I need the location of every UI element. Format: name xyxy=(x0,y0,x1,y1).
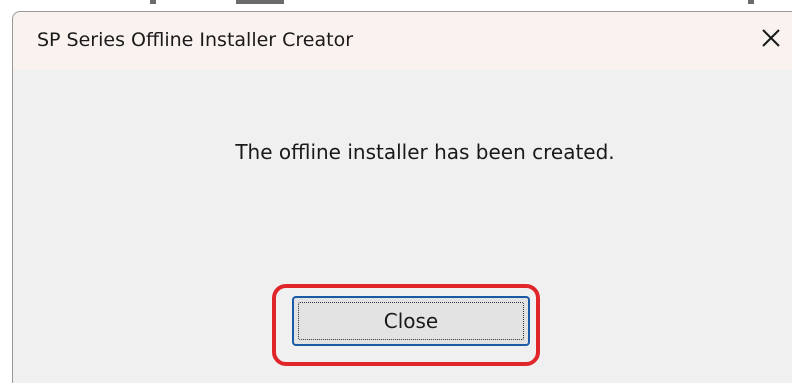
background-window-edge xyxy=(150,0,156,4)
background-window-edge xyxy=(748,0,754,4)
dialog-title: SP Series Offline Installer Creator xyxy=(37,29,354,51)
background-window-edge xyxy=(236,0,284,4)
close-button-label: Close xyxy=(383,309,439,333)
dialog-titlebar[interactable]: SP Series Offline Installer Creator xyxy=(13,12,792,70)
close-button[interactable]: Close xyxy=(292,296,530,346)
dialog-message-row: The offline installer has been created. xyxy=(13,140,792,164)
screenshot-stage: SP Series Offline Installer Creator The … xyxy=(0,0,792,383)
dialog-message: The offline installer has been created. xyxy=(235,140,615,164)
close-icon[interactable] xyxy=(759,26,783,50)
